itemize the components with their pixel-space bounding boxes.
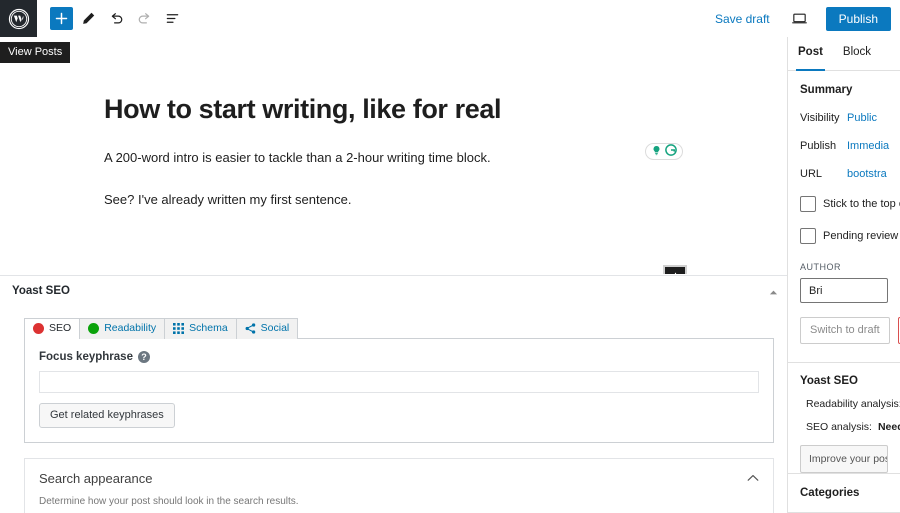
- wordpress-logo-icon[interactable]: [0, 0, 37, 37]
- readability-analysis-label: Readability analysis:: [806, 398, 900, 410]
- chevron-up-icon[interactable]: [747, 469, 759, 487]
- author-caption: AUTHOR: [800, 262, 841, 272]
- post-action-buttons: Switch to draft M: [800, 317, 900, 344]
- sticky-post-checkbox[interactable]: [800, 196, 816, 212]
- yoast-tab-schema[interactable]: Schema: [164, 318, 237, 339]
- preview-laptop-icon[interactable]: [787, 6, 813, 32]
- post-title[interactable]: How to start writing, like for real: [104, 94, 501, 125]
- yoast-tab-readability-label: Readability: [104, 322, 157, 335]
- yoast-seo-panel: Focus keyphrase ? Get related keyphrases: [24, 338, 774, 443]
- search-appearance-panel: Search appearance Determine how your pos…: [24, 458, 774, 513]
- top-bar-left-tools: [50, 6, 185, 32]
- seo-analysis-value: Needs: [877, 421, 900, 433]
- grammarly-g-icon: [665, 143, 677, 161]
- grammarly-badge[interactable]: [645, 143, 683, 160]
- top-bar-right-actions: Save draft Publish: [711, 6, 891, 32]
- yoast-seo-metabox: Yoast SEO SEO Readability Schema Social …: [0, 275, 788, 513]
- summary-row-url[interactable]: URL bootstra: [800, 168, 888, 180]
- pending-review-checkbox-row[interactable]: Pending review: [800, 228, 898, 244]
- editor-top-bar: Save draft Publish: [0, 0, 900, 38]
- yoast-tab-list: SEO Readability Schema Social: [24, 316, 788, 339]
- readability-analysis-row[interactable]: Readability analysis:: [800, 398, 900, 410]
- publish-button[interactable]: Publish: [825, 6, 891, 31]
- seo-analysis-label: SEO analysis:: [806, 421, 872, 433]
- share-nodes-icon: [245, 323, 256, 334]
- summary-panel: Summary Visibility Public Publish Immedi…: [788, 71, 900, 344]
- search-appearance-header[interactable]: Search appearance: [39, 469, 759, 487]
- schema-grid-icon: [173, 323, 185, 334]
- sticky-post-checkbox-row[interactable]: Stick to the top of: [800, 196, 900, 212]
- editor-canvas[interactable]: How to start writing, like for real A 20…: [0, 37, 788, 274]
- redo-button[interactable]: [131, 6, 157, 32]
- visibility-value[interactable]: Public: [847, 112, 877, 124]
- focus-keyphrase-label-text: Focus keyphrase: [39, 351, 133, 363]
- metabox-header: Yoast SEO: [0, 276, 788, 306]
- add-block-button[interactable]: [50, 7, 73, 30]
- seo-analysis-row[interactable]: SEO analysis: Needs: [800, 421, 900, 433]
- summary-row-visibility[interactable]: Visibility Public: [800, 112, 888, 124]
- search-appearance-title: Search appearance: [39, 470, 153, 486]
- publish-label: Publish: [800, 140, 837, 152]
- lightbulb-icon: [651, 143, 662, 161]
- sidebar-yoast-title: Yoast SEO: [800, 375, 858, 387]
- publish-value[interactable]: Immedia: [847, 140, 889, 152]
- save-draft-button[interactable]: Save draft: [711, 10, 774, 28]
- search-appearance-description: Determine how your post should look in t…: [39, 496, 299, 507]
- url-label: URL: [800, 168, 823, 180]
- focus-keyphrase-label: Focus keyphrase ?: [39, 351, 759, 363]
- metabox-title: Yoast SEO: [12, 285, 70, 297]
- improve-post-button[interactable]: Improve your post wit: [800, 445, 888, 473]
- url-value[interactable]: bootstra: [847, 168, 887, 180]
- get-related-keyphrases-button[interactable]: Get related keyphrases: [39, 403, 175, 428]
- list-view-button[interactable]: [159, 6, 185, 32]
- yoast-tab-seo-label: SEO: [49, 322, 72, 335]
- question-mark-icon[interactable]: ?: [137, 351, 150, 363]
- visibility-label: Visibility: [800, 112, 840, 124]
- summary-row-publish[interactable]: Publish Immedia: [800, 140, 889, 152]
- smiley-face-green-icon: [88, 323, 100, 334]
- frowny-face-red-icon: [33, 323, 44, 334]
- yoast-tab-schema-label: Schema: [189, 322, 228, 335]
- focus-keyphrase-input[interactable]: [39, 371, 759, 393]
- sidebar-tab-block[interactable]: Block: [833, 37, 881, 70]
- wordpress-block-editor: Save draft Publish View Posts How to sta…: [0, 0, 900, 513]
- switch-to-draft-button[interactable]: Switch to draft: [800, 317, 890, 344]
- collapse-triangle-icon[interactable]: [766, 285, 780, 299]
- pending-review-label: Pending review: [823, 230, 899, 242]
- sidebar-accordion-categories[interactable]: Categories: [788, 473, 900, 512]
- paragraph-block-2[interactable]: See? I've already written my first sente…: [104, 190, 351, 210]
- yoast-tab-social-label: Social: [260, 322, 290, 335]
- pending-review-checkbox[interactable]: [800, 228, 816, 244]
- sidebar-tab-post[interactable]: Post: [788, 37, 833, 71]
- settings-sidebar: Post Block Summary Visibility Public Pub…: [787, 37, 900, 513]
- block-appender-button[interactable]: [663, 265, 687, 274]
- paragraph-block-1[interactable]: A 200-word intro is easier to tackle tha…: [104, 148, 491, 168]
- sidebar-tab-list: Post Block: [788, 37, 900, 71]
- summary-title: Summary: [800, 84, 853, 96]
- author-field[interactable]: [800, 278, 888, 303]
- tools-pencil-button[interactable]: [75, 6, 101, 32]
- yoast-tab-social[interactable]: Social: [235, 318, 299, 339]
- undo-button[interactable]: [103, 6, 129, 32]
- sidebar-yoast-panel: Yoast SEO Readability analysis: SEO anal…: [788, 363, 900, 473]
- view-posts-tooltip: View Posts: [0, 42, 71, 63]
- yoast-tab-readability[interactable]: Readability: [79, 318, 166, 339]
- yoast-tab-seo[interactable]: SEO: [24, 318, 81, 339]
- sticky-post-label: Stick to the top of: [823, 198, 900, 210]
